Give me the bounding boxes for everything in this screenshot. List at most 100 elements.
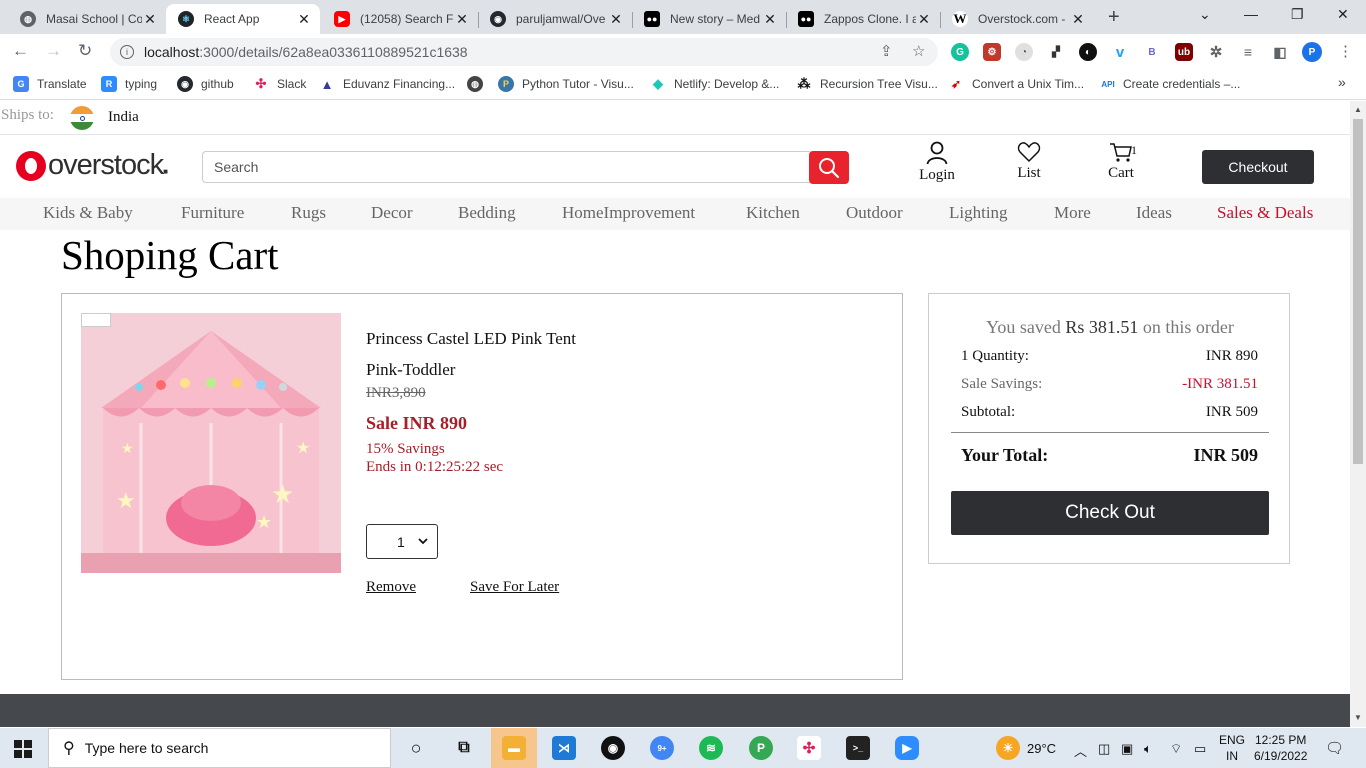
task-view-icon[interactable]: ⧉	[452, 736, 476, 760]
extension-icon[interactable]: ⚙	[983, 43, 1001, 61]
close-icon[interactable]: ✕	[296, 11, 312, 28]
search-button[interactable]	[809, 151, 849, 184]
browser-tab[interactable]: ◍ Masai School | Co ✕	[8, 4, 166, 34]
tray-app-icon[interactable]: ◫	[1098, 741, 1110, 757]
weather-temp[interactable]: 29°C	[1027, 741, 1056, 756]
nav-decor[interactable]: Decor	[371, 203, 413, 223]
extension-icon[interactable]: ▞	[1047, 43, 1065, 61]
nav-sales-deals[interactable]: Sales & Deals	[1217, 203, 1313, 223]
nav-furniture[interactable]: Furniture	[181, 203, 244, 223]
share-icon[interactable]: ⇪	[880, 42, 893, 60]
nav-bedding[interactable]: Bedding	[458, 203, 516, 223]
scrollbar-thumb[interactable]	[1353, 119, 1363, 464]
bookmark-typing[interactable]: R typing	[101, 76, 157, 92]
close-icon[interactable]: ✕	[762, 11, 778, 28]
maximize-icon[interactable]: ❐	[1291, 6, 1304, 23]
forward-icon[interactable]: →	[45, 41, 62, 61]
quantity-select[interactable]: 1	[366, 524, 438, 559]
battery-icon[interactable]: ▭	[1194, 741, 1206, 757]
extension-icon[interactable]: ◔	[1015, 43, 1033, 61]
bookmark-translate[interactable]: G Translate	[13, 76, 87, 92]
bookmark-credentials[interactable]: API Create credentials –...	[1098, 76, 1240, 92]
url-field[interactable]: i localhost:3000/details/62a8ea033611088…	[110, 38, 938, 66]
reading-list-icon[interactable]: ≡	[1239, 43, 1257, 61]
profile-avatar[interactable]: P	[1302, 42, 1322, 62]
bookmark-slack[interactable]: ✣ Slack	[253, 76, 306, 92]
bookmark-unix-time[interactable]: ➶ Convert a Unix Tim...	[948, 76, 1084, 92]
list-link[interactable]: List	[999, 141, 1059, 182]
zoom-icon[interactable]: ▶	[895, 736, 919, 760]
back-icon[interactable]: ←	[12, 41, 29, 61]
close-icon[interactable]: ✕	[1070, 11, 1086, 28]
volume-icon[interactable]: 🔈︎	[1144, 741, 1152, 757]
browser-tab-active[interactable]: ⚛ React App ✕	[166, 4, 320, 34]
minimize-icon[interactable]: —	[1244, 6, 1258, 22]
more-bookmarks-icon[interactable]: »	[1338, 74, 1346, 90]
checkout-button[interactable]: Check Out	[951, 491, 1269, 535]
overstock-logo[interactable]: overstock ■	[16, 149, 168, 182]
page-scrollbar[interactable]: ▲ ▼	[1350, 101, 1366, 727]
extension-icon[interactable]: B	[1143, 43, 1161, 61]
bookmark-python-tutor[interactable]: P Python Tutor - Visu...	[498, 76, 634, 92]
browser-tab[interactable]: ●● Zappos Clone. I a ✕	[786, 4, 940, 34]
bookmark-recursion-tree[interactable]: ⁂ Recursion Tree Visu...	[796, 76, 938, 92]
save-for-later-link[interactable]: Save For Later	[470, 579, 559, 596]
scroll-up-icon[interactable]: ▲	[1354, 105, 1362, 114]
file-explorer-icon[interactable]: ▬	[502, 736, 526, 760]
github-desktop-icon[interactable]: ◉	[601, 736, 625, 760]
browser-tab[interactable]: W Overstock.com - ✕	[940, 4, 1094, 34]
tray-chevron-up-icon[interactable]: ︿	[1074, 741, 1087, 760]
nav-outdoor[interactable]: Outdoor	[846, 203, 903, 223]
close-icon[interactable]: ✕	[454, 11, 470, 28]
country-name[interactable]: India	[108, 109, 139, 126]
ublock-icon[interactable]: ub	[1175, 43, 1193, 61]
extension-icon[interactable]: v	[1111, 43, 1129, 61]
nav-rugs[interactable]: Rugs	[291, 203, 326, 223]
scroll-down-icon[interactable]: ▼	[1354, 713, 1362, 722]
cortana-icon[interactable]: ○	[404, 736, 428, 760]
extensions-puzzle-icon[interactable]: ✲	[1207, 43, 1225, 61]
grammarly-icon[interactable]: G	[951, 43, 969, 61]
nav-kitchen[interactable]: Kitchen	[746, 203, 800, 223]
login-link[interactable]: Login	[907, 141, 967, 184]
bookmark-eduvanz[interactable]: ▲ Eduvanz Financing...	[319, 76, 455, 92]
taskbar-search[interactable]: ⚲ Type here to search	[48, 728, 391, 768]
new-tab-icon[interactable]: +	[1108, 6, 1120, 29]
nav-kids-baby[interactable]: Kids & Baby	[43, 203, 133, 223]
windows-start-icon[interactable]	[14, 740, 32, 758]
language-indicator[interactable]: ENG IN	[1219, 732, 1245, 764]
close-icon[interactable]: ✕	[608, 11, 624, 28]
close-icon[interactable]: ✕	[142, 11, 158, 28]
site-info-icon[interactable]: i	[120, 45, 134, 59]
nav-lighting[interactable]: Lighting	[949, 203, 1008, 223]
india-flag-icon[interactable]	[70, 106, 94, 130]
cart-link[interactable]: Cart	[1091, 141, 1151, 182]
nav-ideas[interactable]: Ideas	[1136, 203, 1172, 223]
taskbar-clock[interactable]: 12:25 PM 6/19/2022	[1254, 732, 1307, 764]
wifi-icon[interactable]: ⌔	[1170, 741, 1182, 757]
weather-icon[interactable]: ☀	[996, 736, 1020, 760]
spotify-icon[interactable]: ≋	[699, 736, 723, 760]
nav-more[interactable]: More	[1054, 203, 1091, 223]
side-panel-icon[interactable]: ◧	[1271, 43, 1289, 61]
remove-link[interactable]: Remove	[366, 579, 416, 596]
vscode-icon[interactable]: ⋊	[552, 736, 576, 760]
nav-home-improvement[interactable]: HomeImprovement	[562, 203, 695, 223]
notification-icon[interactable]: 🗨︎	[1325, 739, 1344, 757]
chrome-icon[interactable]: 9+	[650, 736, 674, 760]
close-icon[interactable]: ✕	[916, 11, 932, 28]
bookmark-github[interactable]: ◉ github	[177, 76, 234, 92]
window-close-icon[interactable]: ✕	[1337, 6, 1349, 23]
header-checkout-button[interactable]: Checkout	[1202, 150, 1314, 184]
product-image[interactable]: ★ ★ ★ ★ ★	[81, 313, 341, 573]
chrome-profile-icon[interactable]: P	[749, 736, 773, 760]
search-input[interactable]	[202, 151, 810, 183]
slack-icon[interactable]: ✣	[797, 736, 821, 760]
browser-tab[interactable]: ●● New story – Med ✕	[632, 4, 786, 34]
browser-tab[interactable]: ▶ (12058) Search Fi ✕	[322, 4, 478, 34]
bookmark-star-icon[interactable]: ☆	[912, 42, 925, 60]
product-name[interactable]: Princess Castel LED Pink Tent Pink-Toddl…	[366, 323, 626, 385]
terminal-icon[interactable]: >_	[846, 736, 870, 760]
tray-app-icon[interactable]: ▣	[1121, 741, 1133, 757]
reload-icon[interactable]: ↻	[78, 41, 92, 61]
